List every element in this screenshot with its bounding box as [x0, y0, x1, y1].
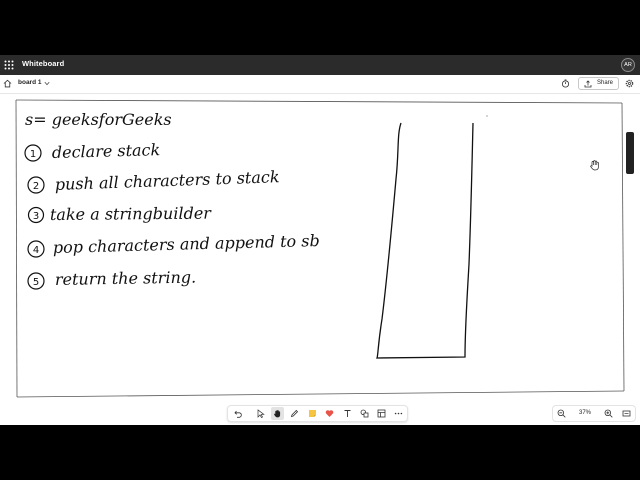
whiteboard-canvas[interactable]: s= geeksforGeeks declare stack push all …	[0, 94, 640, 425]
app-title: Whiteboard	[22, 59, 65, 68]
text-line-2: declare stack	[52, 140, 161, 162]
text-line-5: pop characters and append to sb	[53, 231, 320, 257]
sticky-note-icon	[309, 410, 316, 417]
text-line-1: s= geeksforGeeks	[25, 110, 172, 129]
title-bar: Whiteboard AR	[0, 55, 640, 75]
template-icon	[377, 409, 386, 418]
zoom-out-icon[interactable]	[557, 409, 566, 418]
timer-icon[interactable]	[561, 79, 570, 88]
share-label: Share	[597, 80, 614, 86]
gear-icon[interactable]	[625, 79, 634, 88]
frame-left-line	[15, 99, 18, 398]
text-tool[interactable]	[341, 407, 354, 420]
bottom-bar: 37%	[0, 403, 640, 425]
step-number-2: 2	[33, 181, 39, 192]
undo-icon	[234, 410, 242, 418]
text-line-4: take a stringbuilder	[50, 204, 212, 224]
stack-drawing	[375, 122, 474, 359]
ink-layer: s= geeksforGeeks declare stack push all …	[15, 99, 625, 398]
avatar[interactable]: AR	[621, 58, 635, 72]
frame-right-line	[621, 102, 625, 392]
pen-icon	[290, 409, 299, 418]
tool-palette	[227, 405, 408, 422]
frame-top-line	[15, 99, 623, 104]
share-icon	[584, 80, 592, 88]
step-number-3: 3	[33, 211, 39, 222]
text-icon	[344, 410, 351, 417]
recording-badge	[626, 132, 634, 174]
step-number-5: 5	[33, 277, 39, 288]
board-name[interactable]: board 1	[18, 79, 41, 86]
more-icon	[394, 412, 403, 415]
shapes-icon	[360, 409, 369, 418]
hand-tool-icon	[274, 410, 281, 418]
heart-icon	[325, 410, 334, 417]
zoom-in-icon[interactable]	[604, 409, 613, 418]
text-line-3: push all characters to stack	[54, 167, 279, 194]
step-number-4: 4	[33, 245, 39, 256]
pointer-icon	[257, 409, 265, 418]
ink-dot	[486, 115, 488, 117]
text-line-6: return the string.	[55, 268, 197, 289]
board-toolbar: board 1 Share	[0, 75, 640, 94]
chevron-down-icon[interactable]	[44, 81, 50, 86]
hand-tool[interactable]	[271, 407, 284, 420]
step-number-1: 1	[30, 149, 36, 160]
zoom-controls: 37%	[552, 405, 636, 422]
fit-screen-icon[interactable]	[622, 409, 631, 418]
reaction-tool[interactable]	[323, 407, 336, 420]
shapes-tool[interactable]	[358, 407, 371, 420]
undo-button[interactable]	[232, 407, 245, 420]
frame-bottom-line	[16, 390, 625, 398]
share-button[interactable]: Share	[578, 77, 619, 90]
note-tool[interactable]	[306, 407, 319, 420]
home-icon[interactable]	[3, 79, 12, 88]
pen-tool[interactable]	[288, 407, 301, 420]
whiteboard-app: Whiteboard AR board 1 Share s= geeksforG…	[0, 55, 640, 425]
hand-icon	[590, 160, 599, 171]
template-tool[interactable]	[375, 407, 388, 420]
zoom-level[interactable]: 37%	[579, 410, 591, 416]
more-tools-button[interactable]	[392, 407, 405, 420]
grid-icon[interactable]	[4, 60, 14, 70]
select-tool[interactable]	[254, 407, 267, 420]
